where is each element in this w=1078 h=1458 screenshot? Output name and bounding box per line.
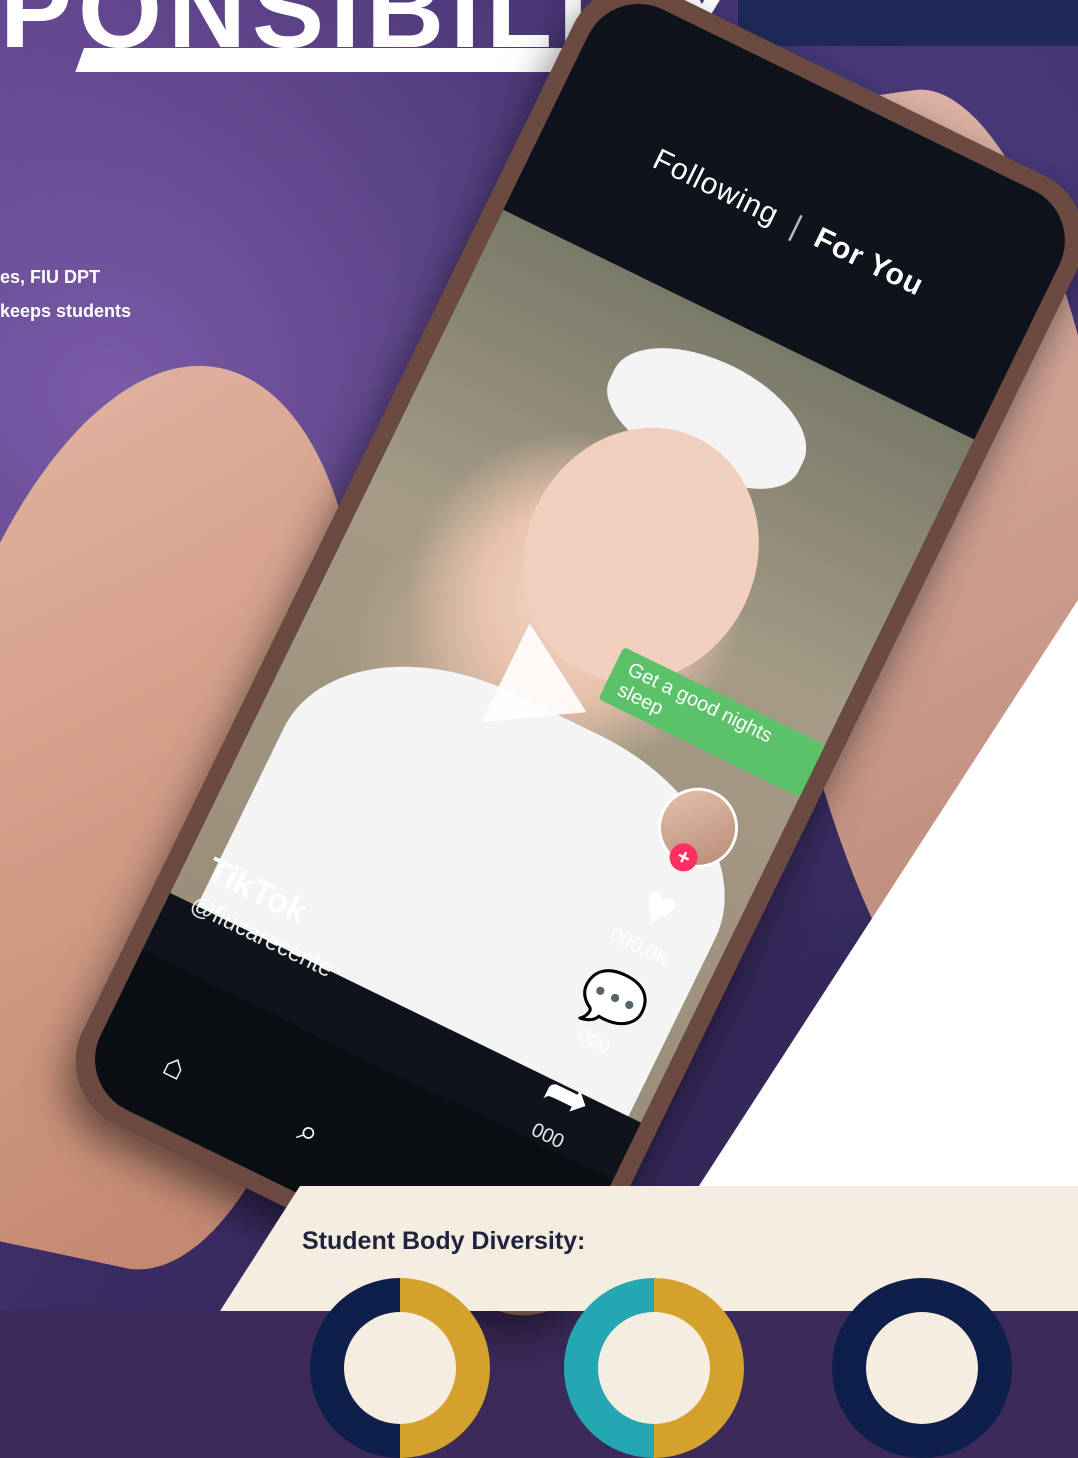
top-accent-bar xyxy=(738,0,1078,46)
intro-line-2: keeps students xyxy=(0,301,132,321)
diversity-donut-1 xyxy=(310,1278,490,1458)
home-icon[interactable]: ⌂ xyxy=(157,1045,192,1089)
tab-for-you[interactable]: For You xyxy=(809,221,929,302)
intro-line-1: es, FIU DPT xyxy=(0,267,101,287)
diversity-donut-3 xyxy=(832,1278,1012,1458)
tab-separator: | xyxy=(785,209,808,244)
stats-title: Student Body Diversity: xyxy=(302,1227,586,1255)
plus-icon[interactable]: + xyxy=(664,838,703,877)
search-icon[interactable]: ⌕ xyxy=(292,1111,326,1154)
intro-text: es, FIU DPT keeps students xyxy=(0,260,170,328)
tab-following[interactable]: Following xyxy=(648,143,784,232)
diversity-donut-2 xyxy=(564,1278,744,1458)
